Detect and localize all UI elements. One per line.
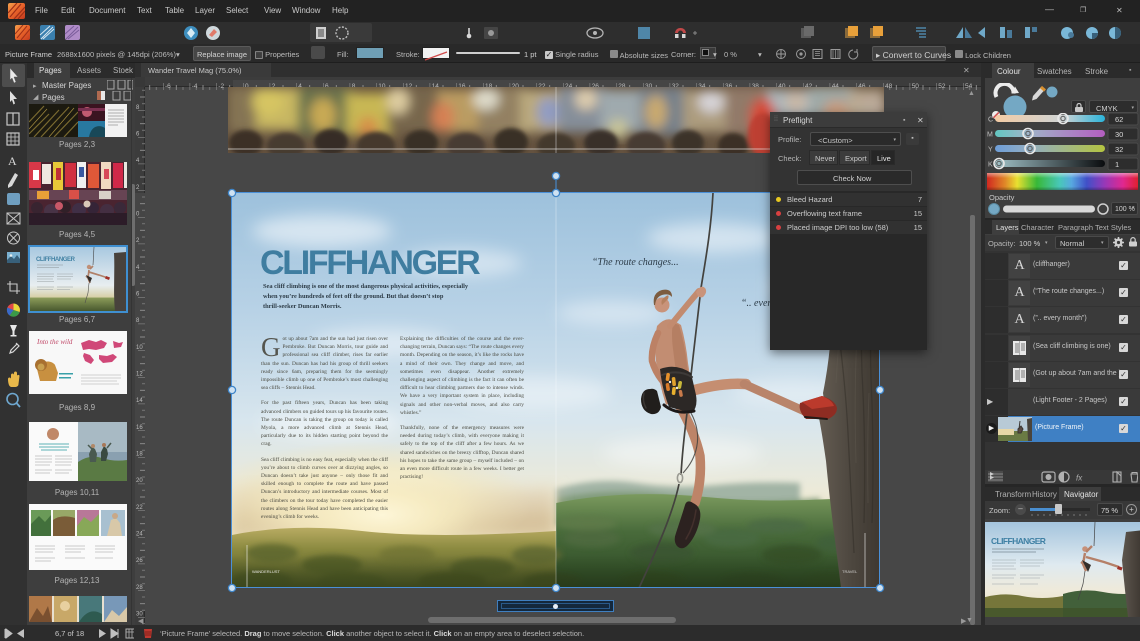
svg-text:18: 18	[136, 452, 143, 458]
svg-text:14: 14	[136, 398, 143, 404]
svg-text:-6: -6	[165, 83, 171, 90]
svg-text:62: 62	[1115, 115, 1123, 124]
svg-text:12: 12	[136, 372, 143, 378]
svg-text:10: 10	[136, 345, 143, 351]
svg-text:WANDERLUST: WANDERLUST	[252, 569, 280, 574]
svg-text:28: 28	[136, 585, 143, 591]
svg-text:C: C	[988, 117, 993, 124]
svg-text:K: K	[988, 162, 993, 169]
svg-text:CLIFFHANGER: CLIFFHANGER	[36, 257, 76, 263]
svg-text:1: 1	[1115, 160, 1119, 169]
svg-text:16: 16	[136, 425, 143, 431]
svg-text:TRAVEL: TRAVEL	[842, 569, 858, 574]
svg-text:30: 30	[1115, 130, 1123, 139]
svg-text:-2: -2	[218, 83, 224, 90]
svg-text:22: 22	[136, 505, 143, 511]
svg-text:-4: -4	[192, 83, 198, 90]
svg-text:M: M	[987, 132, 993, 139]
svg-text:48: 48	[885, 83, 893, 90]
svg-text:A: A	[8, 154, 17, 168]
svg-text:54: 54	[965, 83, 973, 90]
svg-text:32: 32	[1115, 145, 1123, 154]
svg-text:24: 24	[136, 532, 143, 538]
svg-text:52: 52	[938, 83, 946, 90]
svg-text:Into the wild: Into the wild	[36, 338, 73, 346]
svg-text:CLIFFHANGER: CLIFFHANGER	[991, 536, 1046, 546]
svg-text:26: 26	[136, 558, 143, 564]
svg-text:fx: fx	[1076, 474, 1083, 483]
svg-text:50: 50	[912, 83, 920, 90]
svg-text:20: 20	[136, 478, 143, 484]
svg-text:Y: Y	[988, 147, 993, 154]
